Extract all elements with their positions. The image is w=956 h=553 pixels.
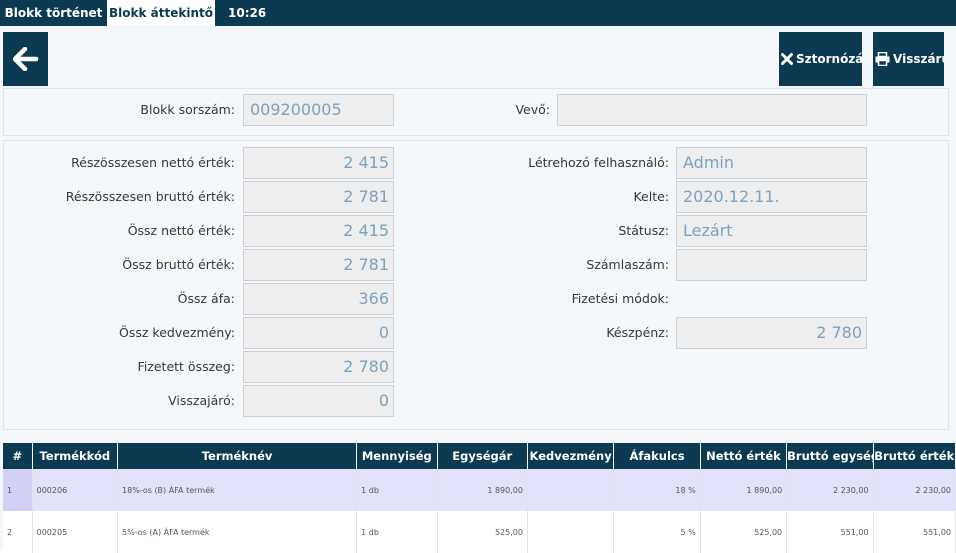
field-label: Fizetett összeg: xyxy=(137,359,235,374)
return-button[interactable]: Visszáru xyxy=(873,32,944,86)
subtotal-gross-field[interactable]: 2 781 xyxy=(243,181,394,213)
field-label: Össz kedvezmény: xyxy=(119,325,235,340)
table-cell: 2 230,00 xyxy=(873,469,956,511)
field-label: Részösszesen nettó érték: xyxy=(71,155,235,170)
column-header[interactable]: Kedvezmény xyxy=(527,443,615,469)
table-cell: 1 db xyxy=(356,511,438,553)
column-header[interactable]: Termékkód xyxy=(32,443,119,469)
creator-field[interactable]: Admin xyxy=(676,147,867,179)
table-cell: 1 xyxy=(3,469,33,511)
field-label: Részösszesen bruttó érték: xyxy=(65,189,235,204)
total-vat-field[interactable]: 366 xyxy=(243,283,394,315)
column-header[interactable]: Nettó érték xyxy=(700,443,788,469)
status-label: Státusz: xyxy=(618,223,669,238)
print-icon xyxy=(875,51,890,67)
column-header[interactable]: Terméknév xyxy=(117,443,358,469)
buyer-field[interactable] xyxy=(557,94,867,126)
field-label: Visszajáró: xyxy=(168,393,235,408)
table-cell: 525,00 xyxy=(437,511,528,553)
table-cell: 5%-os (A) ÁFA termék xyxy=(117,511,358,553)
items-table: # Termékkód Terméknév Mennyiség Egységár… xyxy=(3,443,956,553)
table-cell: 5 % xyxy=(613,511,701,553)
column-header[interactable]: Mennyiség xyxy=(356,443,438,469)
change-field[interactable]: 0 xyxy=(243,385,394,417)
serial-label: Blokk sorszám: xyxy=(140,102,235,117)
cash-label: Készpénz: xyxy=(606,325,669,340)
clock: 10:26 xyxy=(228,6,267,20)
invoice-label: Számlaszám: xyxy=(586,257,669,272)
subtotal-net-field[interactable]: 2 415 xyxy=(243,147,394,179)
table-cell: 2 xyxy=(3,511,33,553)
tab-blokk-attekinto[interactable]: Blokk áttekintő xyxy=(107,0,215,26)
total-discount-field[interactable]: 0 xyxy=(243,317,394,349)
table-cell: 18 % xyxy=(613,469,701,511)
serial-field[interactable]: 009200005 xyxy=(243,94,394,126)
total-gross-field[interactable]: 2 781 xyxy=(243,249,394,281)
table-cell: 551,00 xyxy=(786,511,874,553)
status-field[interactable]: Lezárt xyxy=(676,215,867,247)
table-cell: 1 db xyxy=(356,469,438,511)
total-net-field[interactable]: 2 415 xyxy=(243,215,394,247)
date-label: Kelte: xyxy=(633,189,669,204)
table-cell: 18%-os (B) ÁFA termék xyxy=(117,469,358,511)
table-cell xyxy=(527,511,615,553)
paid-amount-field[interactable]: 2 780 xyxy=(243,351,394,383)
storno-label: Sztornózás xyxy=(796,52,862,66)
invoice-field[interactable] xyxy=(676,249,867,281)
tab-blokk-tortenet[interactable]: Blokk történet xyxy=(0,0,107,26)
table-cell: 1 890,00 xyxy=(437,469,528,511)
date-field[interactable]: 2020.12.11. xyxy=(676,181,867,213)
top-bar: Blokk történet Blokk áttekintő 10:26 xyxy=(0,0,956,26)
field-label: Össz bruttó érték: xyxy=(122,257,235,272)
buyer-label: Vevő: xyxy=(515,102,550,117)
table-cell: 000205 xyxy=(32,511,119,553)
table-header-row: # Termékkód Terméknév Mennyiség Egységár… xyxy=(3,443,956,469)
table-cell: 525,00 xyxy=(700,511,788,553)
arrow-left-icon xyxy=(12,47,38,71)
storno-button[interactable]: Sztornózás xyxy=(779,32,862,86)
payment-methods-label: Fizetési módok: xyxy=(571,291,669,306)
column-header[interactable]: Bruttó érték xyxy=(873,443,956,469)
close-icon xyxy=(781,51,793,67)
table-row[interactable]: 2 000205 5%-os (A) ÁFA termék 1 db 525,0… xyxy=(3,511,956,553)
table-cell: 551,00 xyxy=(873,511,956,553)
creator-label: Létrehozó felhasználó: xyxy=(528,155,669,170)
table-cell xyxy=(527,469,615,511)
column-header[interactable]: Áfakulcs xyxy=(613,443,701,469)
column-header[interactable]: # xyxy=(3,443,33,469)
table-cell: 1 890,00 xyxy=(700,469,788,511)
table-row[interactable]: 1 000206 18%-os (B) ÁFA termék 1 db 1 89… xyxy=(3,469,956,511)
back-button[interactable] xyxy=(3,32,48,86)
table-cell: 000206 xyxy=(32,469,119,511)
field-label: Össz áfa: xyxy=(177,291,235,306)
column-header[interactable]: Bruttó egységár xyxy=(786,443,874,469)
table-cell: 2 230,00 xyxy=(786,469,874,511)
column-header[interactable]: Egységár xyxy=(437,443,528,469)
field-label: Össz nettó érték: xyxy=(127,223,235,238)
cash-field[interactable]: 2 780 xyxy=(676,317,867,349)
return-label: Visszáru xyxy=(893,52,944,66)
